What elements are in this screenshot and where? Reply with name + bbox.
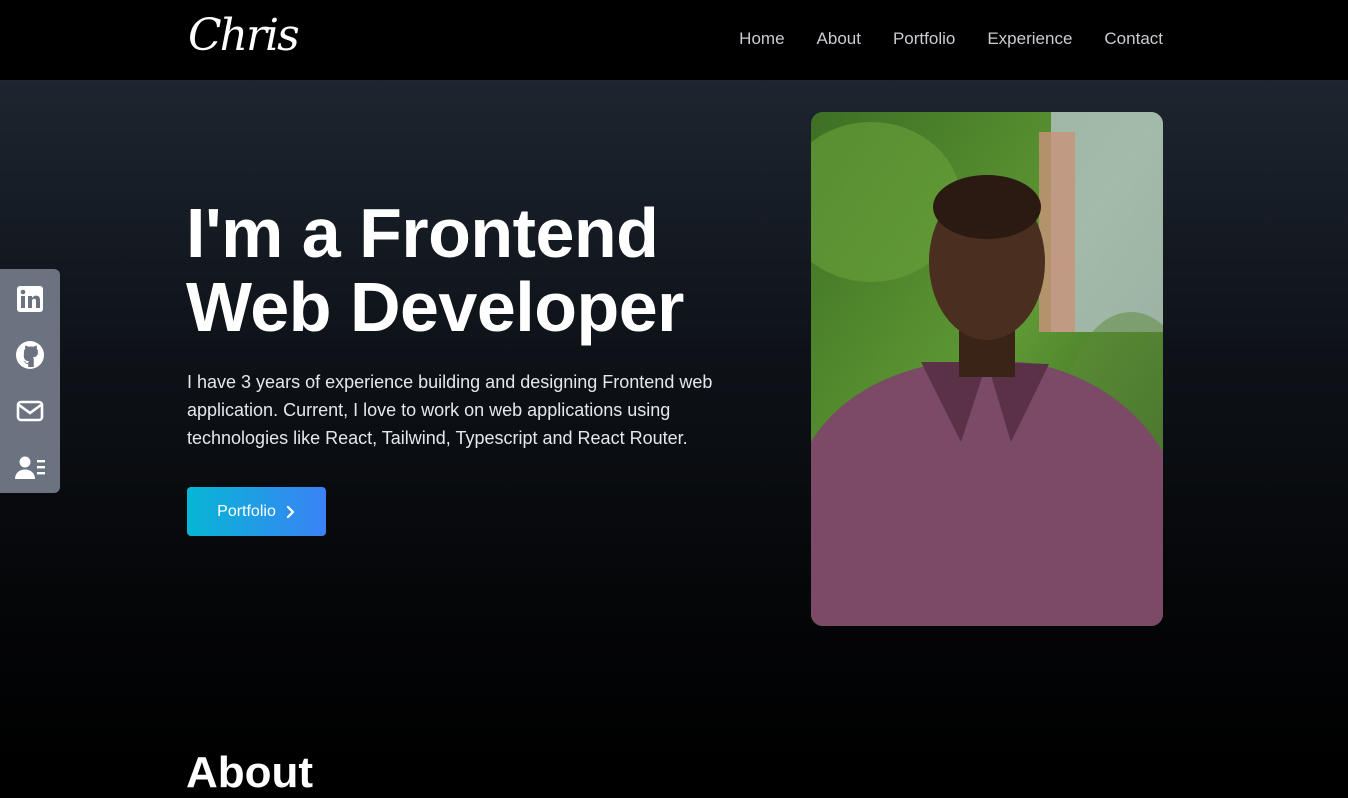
portfolio-button-label: Portfolio <box>217 502 276 520</box>
nav-link-contact[interactable]: Contact <box>1104 28 1163 50</box>
mail-icon[interactable] <box>14 393 46 429</box>
hero-headline: I'm a Frontend Web Developer <box>186 196 786 344</box>
nav-link-about[interactable]: About <box>817 28 861 50</box>
github-icon[interactable] <box>14 337 46 373</box>
headline-line-1: I'm a Frontend <box>186 194 659 272</box>
nav-links: Home About Portfolio Experience Contact <box>739 28 1163 50</box>
headline-line-2: Web Developer <box>186 268 684 346</box>
linkedin-icon[interactable] <box>14 281 46 317</box>
nav-link-experience[interactable]: Experience <box>987 28 1072 50</box>
nav-link-home[interactable]: Home <box>739 28 784 50</box>
about-section-title: About <box>186 748 314 797</box>
navbar: Chris Home About Portfolio Experience Co… <box>0 0 1348 80</box>
resume-icon[interactable] <box>14 449 46 485</box>
profile-photo <box>811 112 1163 626</box>
chevron-right-icon <box>286 505 294 518</box>
logo[interactable]: Chris <box>188 6 300 66</box>
social-sidebar <box>0 269 60 493</box>
portfolio-button[interactable]: Portfolio <box>187 487 326 536</box>
nav-link-portfolio[interactable]: Portfolio <box>893 28 955 50</box>
hero-intro: I have 3 years of experience building an… <box>187 372 713 448</box>
